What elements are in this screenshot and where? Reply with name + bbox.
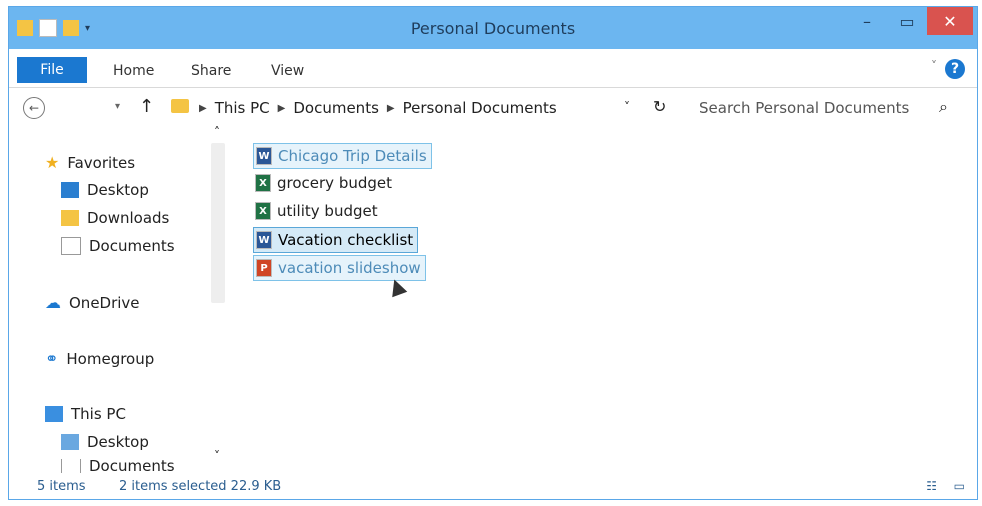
file-name: grocery budget (277, 174, 393, 192)
maximize-button[interactable]: ▭ (887, 7, 927, 35)
breadcrumb-this-pc[interactable]: This PC (215, 99, 270, 117)
cloud-icon: ☁ (45, 293, 61, 312)
minimize-button[interactable]: – (847, 7, 887, 35)
item-count: 5 items (37, 479, 86, 494)
breadcrumb-separator-icon[interactable]: ▶ (387, 103, 395, 114)
breadcrumb-separator-icon[interactable]: ▶ (199, 103, 207, 114)
nav-this-pc[interactable]: This PC (45, 405, 126, 423)
explorer-window: ▾ Personal Documents – ▭ ✕ File Home Sha… (8, 6, 978, 500)
nav-label: Homegroup (66, 349, 155, 368)
nav-label: Documents (89, 237, 175, 255)
large-icons-view-icon[interactable]: ▭ (954, 479, 965, 493)
nav-label: This PC (71, 405, 126, 423)
file-name: Vacation checklist (278, 231, 414, 249)
nav-label: Favorites (67, 153, 136, 172)
file-item[interactable]: X grocery budget (253, 171, 396, 195)
selection-info: 2 items selected 22.9 KB (119, 479, 282, 494)
downloads-icon (61, 210, 79, 226)
file-name: utility budget (277, 202, 378, 220)
nav-label: Desktop (87, 181, 149, 199)
powerpoint-icon: P (256, 259, 272, 277)
homegroup-icon: ⚭ (45, 349, 59, 368)
file-item[interactable]: W Chicago Trip Details (253, 143, 432, 169)
search-icon[interactable]: ⌕ (939, 97, 948, 117)
refresh-icon[interactable]: ↻ (653, 97, 666, 116)
nav-item-desktop[interactable]: Desktop (61, 181, 149, 199)
file-item[interactable]: X utility budget (253, 199, 382, 223)
search-input[interactable]: Search Personal Documents (699, 99, 909, 117)
nav-onedrive[interactable]: ☁ OneDrive (45, 293, 140, 312)
file-name: Chicago Trip Details (278, 147, 427, 165)
breadcrumb-personal-documents[interactable]: Personal Documents (403, 99, 557, 117)
nav-item-documents[interactable]: Documents (61, 237, 175, 255)
nav-item-pc-desktop[interactable]: Desktop (61, 433, 149, 451)
tab-share[interactable]: Share (191, 63, 231, 79)
pc-icon (45, 406, 63, 422)
nav-label: OneDrive (69, 293, 140, 312)
word-icon: W (256, 147, 272, 165)
window-buttons: – ▭ ✕ (847, 7, 973, 35)
help-icon[interactable]: ? (945, 59, 965, 79)
address-bar-row: ← ▾ ↑ ▶ This PC ▶ Documents ▶ Personal D… (9, 87, 977, 127)
back-button[interactable]: ← (23, 97, 45, 119)
breadcrumb-separator-icon[interactable]: ▶ (278, 103, 286, 114)
address-dropdown-icon[interactable]: ˅ (624, 100, 630, 114)
excel-icon: X (255, 174, 271, 192)
close-button[interactable]: ✕ (927, 7, 973, 35)
ribbon-tabs: File Home Share View ˅ ? (9, 49, 977, 88)
documents-icon (61, 459, 81, 473)
scroll-up-icon[interactable]: ˄ (214, 125, 220, 139)
nav-label: Documents (89, 459, 175, 473)
tab-file[interactable]: File (17, 57, 87, 83)
tab-home[interactable]: Home (113, 63, 154, 79)
tab-view[interactable]: View (271, 63, 304, 79)
breadcrumb-documents[interactable]: Documents (293, 99, 379, 117)
word-icon: W (256, 231, 272, 249)
details-view-icon[interactable]: ☷ (926, 479, 937, 493)
documents-icon (61, 237, 81, 255)
ribbon-expand-icon[interactable]: ˅ (931, 59, 937, 73)
nav-item-downloads[interactable]: Downloads (61, 209, 169, 227)
folder-icon (171, 99, 189, 113)
nav-favorites[interactable]: ★ Favorites (45, 153, 135, 172)
nav-homegroup[interactable]: ⚭ Homegroup (45, 349, 154, 368)
recent-locations-icon[interactable]: ▾ (115, 101, 120, 112)
nav-label: Desktop (87, 433, 149, 451)
window-title: Personal Documents (410, 19, 576, 38)
status-bar: 5 items 2 items selected 22.9 KB ☷ ▭ (9, 473, 977, 499)
nav-label: Downloads (87, 209, 170, 227)
star-icon: ★ (45, 153, 60, 172)
file-name: vacation slideshow (278, 259, 421, 277)
title-bar: ▾ Personal Documents – ▭ ✕ (9, 7, 977, 49)
scrollbar-thumb[interactable] (211, 143, 225, 303)
excel-icon: X (255, 202, 271, 220)
nav-item-pc-documents[interactable]: Documents (61, 459, 175, 473)
up-button[interactable]: ↑ (139, 96, 154, 117)
scroll-down-icon[interactable]: ˅ (214, 449, 220, 463)
folder-icon (61, 434, 79, 450)
desktop-icon (61, 182, 79, 198)
breadcrumb[interactable]: ▶ This PC ▶ Documents ▶ Personal Documen… (199, 99, 557, 117)
file-item[interactable]: W Vacation checklist (253, 227, 419, 253)
